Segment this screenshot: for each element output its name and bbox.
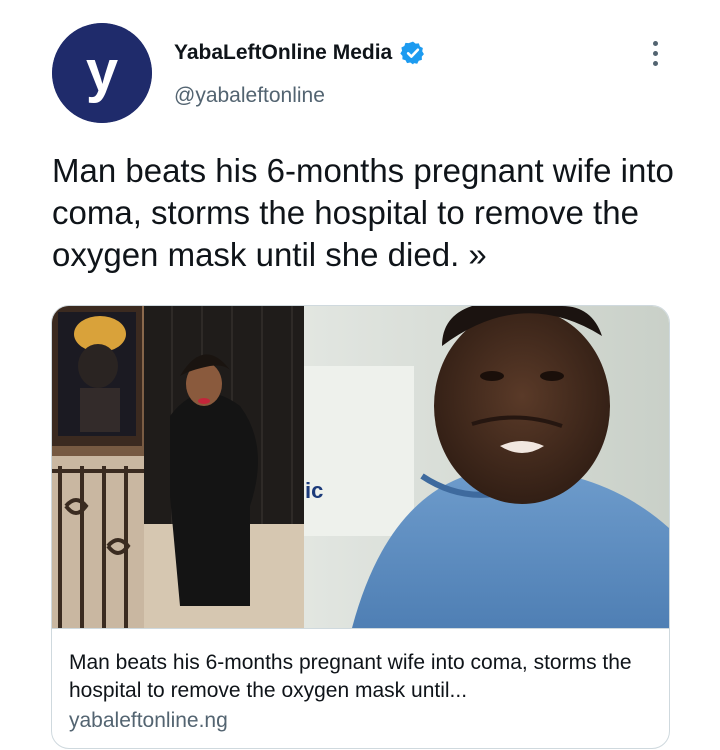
sign-text: ic bbox=[305, 478, 323, 503]
tweet[interactable]: y YabaLeftOnline Media @yabaleftonline M… bbox=[0, 0, 720, 750]
verified-badge-icon bbox=[400, 41, 425, 65]
more-vertical-icon bbox=[652, 40, 658, 46]
avatar-logo-icon: y bbox=[52, 23, 152, 123]
link-card-body[interactable]: Man beats his 6-months pregnant wife int… bbox=[52, 628, 669, 748]
author-display-name[interactable]: YabaLeftOnline Media bbox=[174, 40, 426, 66]
link-card-domain[interactable]: yabaleftonline.ng bbox=[69, 707, 228, 735]
link-card-image[interactable]: ic bbox=[52, 306, 669, 628]
avatar-letter: y bbox=[86, 39, 118, 104]
link-preview-card[interactable]: ic Man beats his 6-months pregnant wife … bbox=[51, 305, 670, 749]
more-options-button[interactable] bbox=[640, 38, 670, 68]
author-avatar[interactable]: y bbox=[52, 23, 152, 123]
link-card-title[interactable]: Man beats his 6-months pregnant wife int… bbox=[69, 649, 659, 705]
author-name-text[interactable]: YabaLeftOnline Media bbox=[174, 41, 392, 65]
author-handle[interactable]: @yabaleftonline bbox=[174, 84, 325, 108]
tweet-text: Man beats his 6-months pregnant wife int… bbox=[52, 152, 674, 273]
article-photo: ic bbox=[52, 306, 669, 628]
